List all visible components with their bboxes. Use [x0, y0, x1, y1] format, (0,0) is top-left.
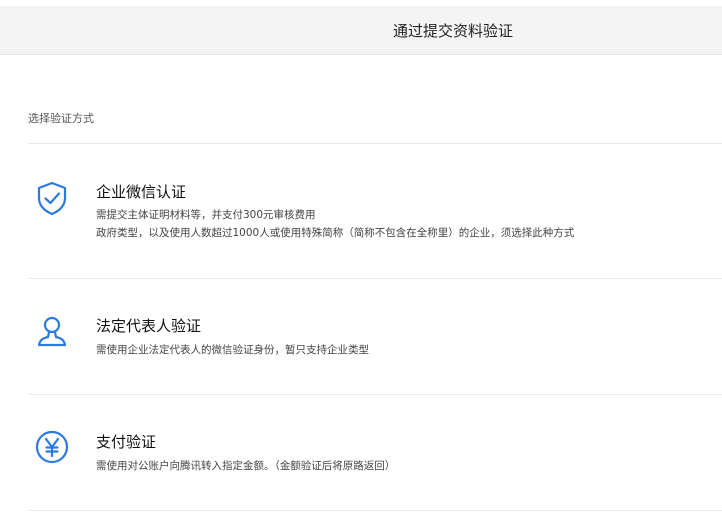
- option-wework-certification[interactable]: 企业微信认证 需提交主体证明材料等，并支付300元审核费用 政府类型，以及使用人…: [0, 144, 722, 278]
- page-title: 通过提交资料验证: [393, 22, 514, 40]
- option-desc: 政府类型，以及使用人数超过1000人或使用特殊简称（简称不包含在全称里）的企业，…: [96, 227, 575, 239]
- option-payment-verification[interactable]: 支付验证 需使用对公账户向腾讯转入指定金额。（金额验证后将原路返回）: [0, 395, 722, 510]
- divider: [28, 510, 722, 511]
- option-desc: 需使用企业法定代表人的微信验证身份，暂只支持企业类型: [96, 344, 369, 356]
- option-title: 支付验证: [96, 433, 157, 451]
- option-title: 企业微信认证: [96, 183, 187, 201]
- shield-check-icon: [33, 179, 71, 217]
- person-icon: [33, 312, 71, 350]
- section-label: 选择验证方式: [28, 112, 94, 125]
- option-legal-representative-verification[interactable]: 法定代表人验证 需使用企业法定代表人的微信验证身份，暂只支持企业类型: [0, 279, 722, 394]
- page-header: 通过提交资料验证: [0, 6, 722, 55]
- option-desc: 需提交主体证明材料等，并支付300元审核费用: [96, 209, 316, 221]
- option-desc: 需使用对公账户向腾讯转入指定金额。（金额验证后将原路返回）: [96, 460, 396, 472]
- option-title: 法定代表人验证: [96, 317, 202, 335]
- yen-icon: [33, 428, 71, 466]
